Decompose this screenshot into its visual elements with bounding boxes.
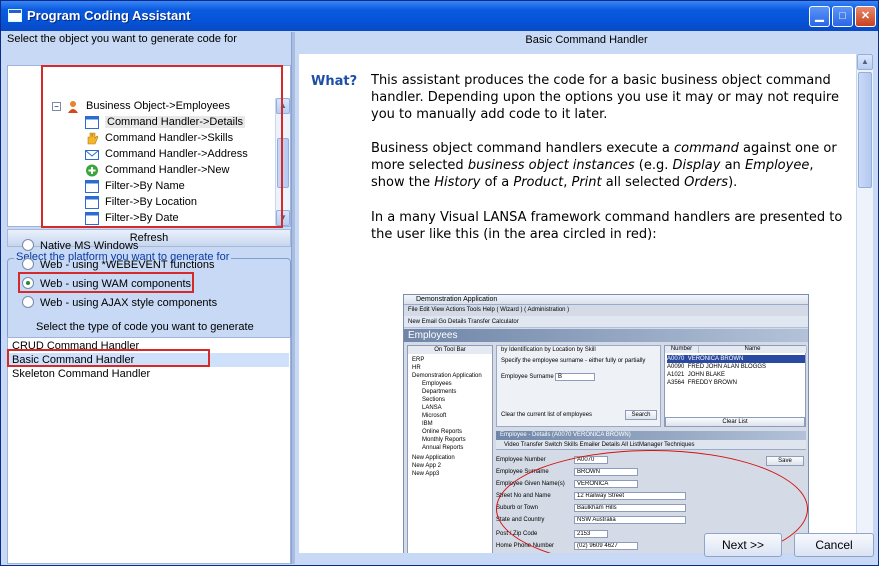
example-tree-item: Employees	[422, 381, 452, 387]
program-coding-assistant-window: Program Coding Assistant ▁ □ ✕ Select th…	[0, 0, 879, 566]
left-pane: Select the object you want to generate c…	[4, 32, 291, 564]
title-bar[interactable]: Program Coding Assistant ▁ □ ✕	[1, 1, 878, 31]
example-list-row: A1021 JOHN BLAKE	[667, 372, 726, 378]
highlight-frame-basic	[7, 349, 210, 367]
object-caption: Select the object you want to generate c…	[7, 33, 237, 45]
example-tree-item: Annual Reports	[422, 445, 464, 451]
window-title: Program Coding Assistant	[27, 8, 191, 23]
example-save-button: Save	[766, 456, 804, 466]
example-tree-item: HR	[412, 365, 421, 371]
example-clear-label: Clear the current list of employees	[501, 412, 593, 418]
highlight-frame-tree	[41, 65, 283, 228]
help-scrollbar[interactable]: ▲ ▼	[856, 54, 873, 553]
scroll-up-arrow-icon[interactable]: ▲	[857, 54, 873, 70]
cancel-button[interactable]: Cancel	[794, 533, 874, 557]
example-clear-list-button: Clear List	[665, 417, 805, 427]
example-tree-item: Microsoft	[422, 413, 447, 419]
example-list-row: A0090 FRED JOHN ALAN BLOGGS	[667, 364, 767, 370]
pane-splitter[interactable]	[291, 32, 295, 564]
example-filter-pane: by Identification by Location by Skill S…	[496, 345, 661, 427]
command-handler-paragraph: Business object command handlers execute…	[371, 141, 837, 190]
example-list-header: Number	[665, 346, 699, 353]
example-tree-item: Sections	[422, 397, 446, 403]
right-pane: Basic Command Handler What? This assista…	[297, 32, 876, 564]
example-filter-tabs: by Identification by Location by Skill	[501, 347, 596, 353]
code-type-list[interactable]: CRUD Command Handler Basic Command Handl…	[7, 337, 291, 564]
example-toolbar: New Email Go Details Transfer Calculator	[404, 316, 808, 328]
example-tree-item: New App3	[412, 471, 440, 477]
example-search-button: Search	[625, 410, 657, 420]
example-list-row: A3564 FREDDY BROWN	[667, 380, 737, 386]
example-tree-item: LANSA	[422, 405, 442, 411]
code-type-skeleton[interactable]: Skeleton Command Handler	[12, 367, 150, 381]
intro-paragraph: This assistant produces the code for a b…	[371, 73, 839, 122]
what-label: What?	[311, 74, 358, 89]
example-band: Employees	[404, 329, 808, 342]
example-list-row: A0070 VERONICA BROWN	[667, 355, 805, 363]
highlight-frame-wam	[18, 272, 194, 293]
example-tree-item: Departments	[422, 389, 457, 395]
radio-label: Native MS Windows	[40, 240, 139, 252]
example-list-header: Name	[699, 346, 807, 353]
example-side-header: On Tool Bar	[408, 346, 492, 354]
radio-native-ms-windows[interactable]: Native MS Windows	[22, 238, 138, 254]
presentation-paragraph: In a many Visual LANSA framework command…	[371, 210, 843, 242]
example-field-label: Employee Number	[496, 457, 546, 463]
radio-indicator[interactable]	[22, 258, 34, 271]
example-tree-item: Demonstration Application	[412, 373, 482, 379]
example-detail-title: Employee - Details (A0070 VERONICA BROWN…	[496, 431, 806, 440]
radio-indicator[interactable]	[22, 239, 34, 252]
radio-web-ajax[interactable]: Web - using AJAX style components	[22, 295, 217, 311]
example-tree-item: New Application	[412, 455, 455, 461]
example-tree-item: New App 2	[412, 463, 442, 469]
code-type-caption: Select the type of code you want to gene…	[36, 321, 254, 333]
example-search-caption: Specify the employee surname - either fu…	[501, 358, 646, 364]
example-navigation-tree: On Tool Bar ERP HR Demonstration Applica…	[407, 345, 493, 553]
scroll-thumb[interactable]	[858, 72, 872, 188]
close-button[interactable]: ✕	[855, 6, 876, 27]
example-menu-bar: File Edit View Actions Tools Help ( Wiza…	[408, 307, 570, 313]
next-button[interactable]: Next >>	[704, 533, 782, 557]
right-pane-header: Basic Command Handler	[525, 34, 648, 46]
example-result-list: Number Name A0070 VERONICA BROWN A0090 F…	[664, 345, 807, 427]
help-content: What? This assistant produces the code f…	[299, 54, 857, 553]
example-surname-field: B	[555, 373, 595, 381]
radio-label: Web - using *WEBEVENT functions	[40, 259, 215, 271]
app-window-icon	[8, 9, 22, 22]
radio-web-webevent[interactable]: Web - using *WEBEVENT functions	[22, 257, 214, 273]
maximize-button[interactable]: □	[832, 6, 853, 27]
example-title-bar: Demonstration Application	[404, 295, 808, 305]
example-surname-label: Employee Surname	[501, 374, 554, 380]
example-screenshot: Demonstration Application File Edit View…	[403, 294, 809, 553]
example-tree-item: ERP	[412, 357, 425, 363]
example-detail-tabs: Video Transfer Switch Skills Emailer Det…	[496, 440, 806, 450]
example-tree-item: Monthly Reports	[422, 437, 466, 443]
minimize-button[interactable]: ▁	[809, 6, 830, 27]
example-tree-item: IBM	[422, 421, 433, 427]
radio-indicator[interactable]	[22, 296, 34, 309]
example-tree-item: Online Reports	[422, 429, 463, 435]
radio-label: Web - using AJAX style components	[40, 297, 218, 309]
